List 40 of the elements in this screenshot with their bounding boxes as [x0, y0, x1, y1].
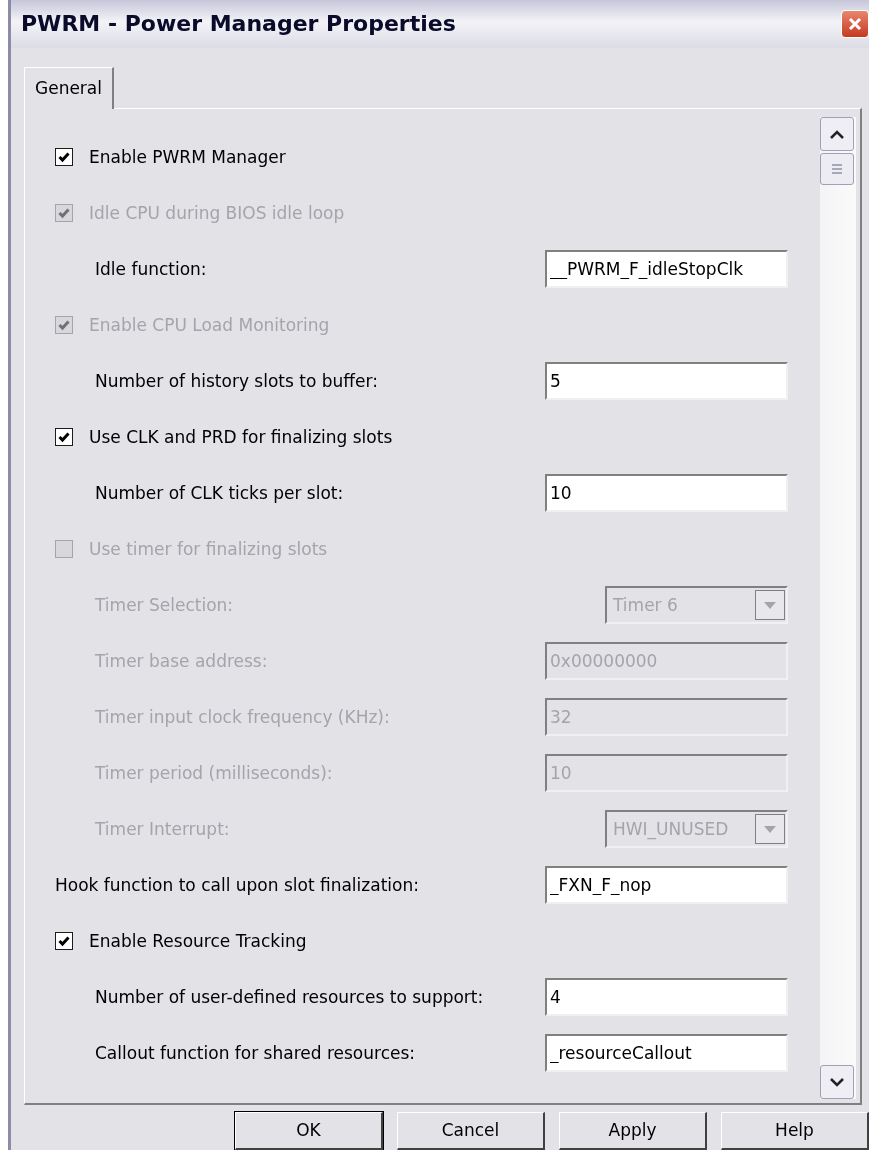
tab[interactable]: General: [24, 66, 114, 110]
field-label: Timer Selection:: [95, 593, 235, 617]
field-label: Callout function for shared resources:: [95, 1041, 417, 1065]
close-button[interactable]: [841, 9, 869, 38]
scroll-down-button[interactable]: [820, 1065, 854, 1099]
dialog-button[interactable]: Cancel: [397, 1112, 545, 1150]
input-field[interactable]: _resourceCallout: [545, 1034, 788, 1073]
checkbox[interactable]: [55, 148, 73, 167]
scroll-up-button[interactable]: [820, 117, 854, 152]
field-label: Number of CLK ticks per slot:: [95, 481, 345, 505]
window-title: PWRM - Power Manager Properties: [21, 10, 456, 39]
field-label: Idle function:: [95, 257, 208, 281]
input-field[interactable]: _FXN_F_nop: [545, 866, 788, 905]
field-label: Timer base address:: [95, 649, 269, 673]
dropdown-arrow-icon: [764, 601, 776, 609]
checkbox[interactable]: [55, 932, 73, 951]
field-label: Timer Interrupt:: [95, 817, 231, 841]
checkbox-label: Idle CPU during BIOS idle loop: [89, 201, 346, 225]
dialog-button[interactable]: Apply: [559, 1112, 707, 1150]
dropdown-arrow-icon: [764, 825, 776, 833]
scroll-thumb[interactable]: [820, 153, 854, 186]
checkbox-label: Enable CPU Load Monitoring: [89, 313, 331, 337]
dialog-button[interactable]: Help: [721, 1112, 869, 1150]
input-field[interactable]: 4: [545, 978, 788, 1017]
field-label: Number of history slots to buffer:: [95, 369, 379, 393]
field-label: Hook function to call upon slot finalization:: [55, 873, 420, 897]
checkbox-label: Enable PWRM Manager: [89, 145, 287, 169]
chevron-down-icon: [830, 1077, 844, 1087]
close-icon: [848, 16, 862, 31]
field-label: Timer input clock frequency (KHz):: [95, 705, 391, 729]
chevron-up-icon: [830, 129, 844, 139]
checkbox-label: Use CLK and PRD for finalizing slots: [89, 425, 394, 449]
field-label: Timer period (milliseconds):: [95, 761, 334, 785]
checkbox-label: Use timer for finalizing slots: [89, 537, 329, 561]
dialog-button[interactable]: OK: [235, 1112, 383, 1150]
checkbox-label: Enable Resource Tracking: [89, 929, 308, 953]
checkbox[interactable]: [55, 428, 73, 447]
input-field[interactable]: 10: [545, 474, 788, 513]
grip-icon: [831, 164, 843, 175]
field-label: Number of user-defined resources to support:: [95, 985, 485, 1009]
